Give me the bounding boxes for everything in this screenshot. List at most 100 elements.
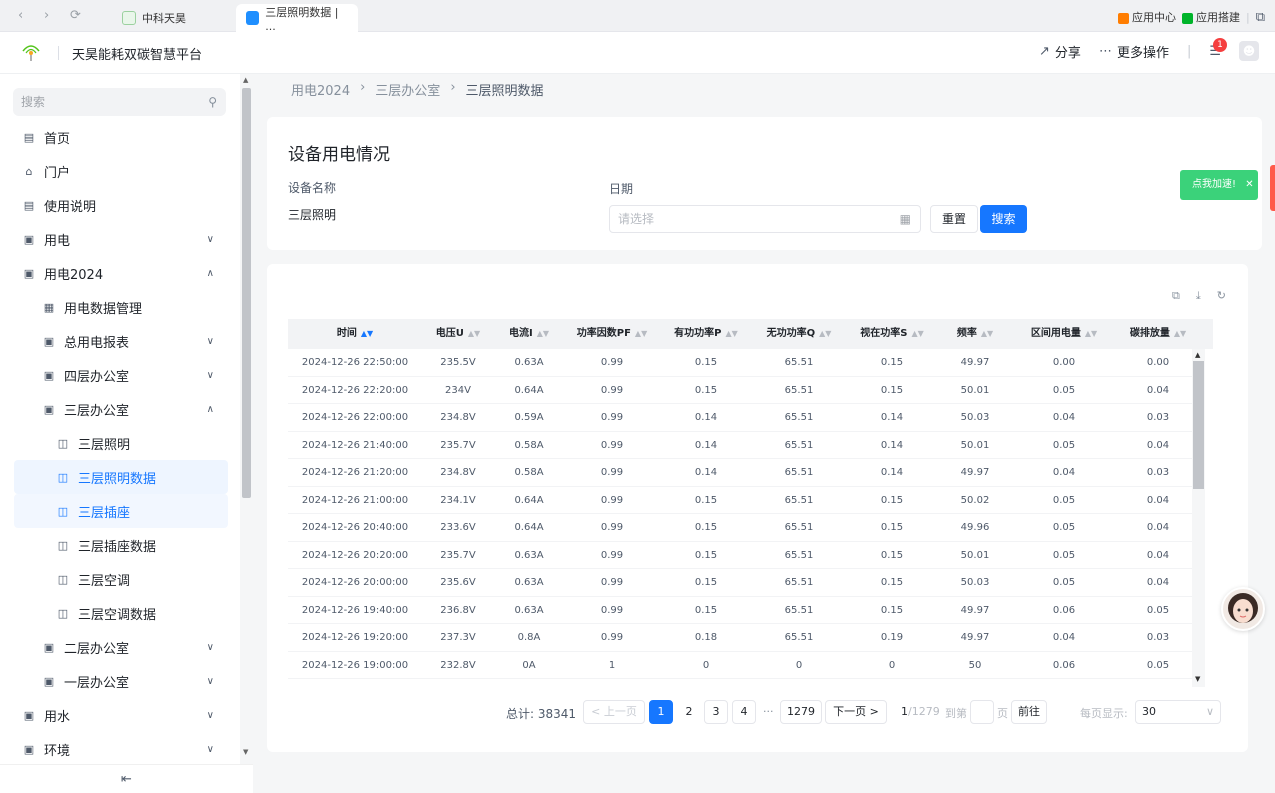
table-row[interactable]: 2024-12-26 22:00:00 234.8V 0.59A 0.99 0.14 65… xyxy=(288,404,1200,432)
table-row[interactable]: 2024-12-26 19:20:00 237.3V 0.8A 0.99 0.18 65.… xyxy=(288,624,1200,652)
scroll-down-icon[interactable]: ▼ xyxy=(243,748,248,756)
table-row[interactable]: 2024-12-26 19:40:00 236.8V 0.63A 0.99 0.15 65… xyxy=(288,597,1200,624)
prev-page-button[interactable]: < 上一页 xyxy=(583,700,645,724)
per-page-select[interactable]: 30 ∨ xyxy=(1135,700,1221,724)
sidebar-item-total-report[interactable]: ▣ 总用电报表 ∨ xyxy=(0,324,240,358)
sort-icon[interactable]: ▲▼ xyxy=(1174,329,1186,338)
breadcrumb-item[interactable]: 用电2024 xyxy=(291,80,350,99)
sidebar-item-floor4[interactable]: ▣ 四层办公室 ∨ xyxy=(0,358,240,392)
sidebar-item-environment[interactable]: ▣ 环境 ∨ xyxy=(0,732,240,766)
page-2-button[interactable]: 2 xyxy=(677,700,701,724)
collapse-sidebar-button[interactable]: ⇤ xyxy=(0,764,253,793)
edge-handle[interactable] xyxy=(1270,165,1275,211)
sidebar-item-power-data[interactable]: ▦ 用电数据管理 xyxy=(0,290,240,324)
scrollbar-thumb[interactable] xyxy=(1193,361,1204,489)
assistant-avatar[interactable] xyxy=(1221,587,1265,631)
table-row[interactable]: 2024-12-26 21:00:00 234.1V 0.64A 0.99 0.15 65… xyxy=(288,487,1200,514)
next-page-button[interactable]: 下一页 > xyxy=(825,700,887,724)
sort-icon[interactable]: ▲▼ xyxy=(911,329,923,338)
app-center-link[interactable]: 应用中心 xyxy=(1117,9,1176,25)
breadcrumb-item[interactable]: 三层办公室 xyxy=(375,80,440,99)
sidebar-item-floor3[interactable]: ▣ 三层办公室 ∧ xyxy=(0,392,240,426)
table-row[interactable]: 2024-12-26 20:00:00 235.6V 0.63A 0.99 0.15 65… xyxy=(288,569,1200,597)
col-power-factor[interactable]: 功率因数PF ▲▼ xyxy=(564,319,660,349)
sidebar-item-power-2024[interactable]: ▣ 用电2024 ∧ xyxy=(0,256,240,290)
scroll-up-icon[interactable]: ▲ xyxy=(243,76,248,84)
refresh-icon[interactable]: ↻ xyxy=(1217,289,1226,303)
sidebar-item-floor3-lighting[interactable]: ◫ 三层照明 xyxy=(0,426,240,460)
sidebar-item-water[interactable]: ▣ 用水 ∨ xyxy=(0,698,240,732)
col-voltage[interactable]: 电压U ▲▼ xyxy=(422,319,494,349)
notification-icon[interactable]: ☰ 1 xyxy=(1209,37,1227,59)
avatar[interactable]: ☻ xyxy=(1239,41,1259,61)
search-input[interactable]: 搜索 ⚲ xyxy=(13,88,226,116)
goto-page-input[interactable] xyxy=(970,700,994,724)
table-cell: 0.58A xyxy=(514,467,544,478)
reload-icon[interactable]: ⟳ xyxy=(70,8,81,23)
last-page-button[interactable]: 1279 xyxy=(780,700,822,724)
sort-icon[interactable]: ▲▼ xyxy=(468,329,480,338)
sidebar-item-portal[interactable]: ⌂ 门户 xyxy=(0,154,240,188)
sidebar-item-floor2[interactable]: ▣ 二层办公室 ∨ xyxy=(0,630,240,664)
reset-button[interactable]: 重置 xyxy=(930,205,978,233)
sort-icon[interactable]: ▲▼ xyxy=(1085,329,1097,338)
sidebar-item-floor1[interactable]: ▣ 一层办公室 ∨ xyxy=(0,664,240,698)
form-icon: ◫ xyxy=(57,572,69,586)
date-picker-input[interactable]: 请选择 ▦ xyxy=(609,205,921,233)
col-active-power[interactable]: 有功功率P ▲▼ xyxy=(660,319,752,349)
sidebar-scrollbar[interactable]: ▲ ▼ xyxy=(240,74,253,764)
sort-icon[interactable]: ▲▼ xyxy=(537,329,549,338)
table-row[interactable]: 2024-12-26 22:50:00 235.5V 0.63A 0.99 0.15 65… xyxy=(288,349,1200,377)
page-1-button[interactable]: 1 xyxy=(649,700,673,724)
sidebar-item-home[interactable]: ▤ 首页 xyxy=(0,120,240,154)
table-row[interactable]: 2024-12-26 21:40:00 235.7V 0.58A 0.99 0.14 65… xyxy=(288,432,1200,459)
col-time[interactable]: 时间 ▲▼ xyxy=(288,319,422,349)
accelerate-float-button[interactable]: 点我加速! ✕ xyxy=(1180,170,1258,200)
sidebar-item-floor3-lighting-data[interactable]: ◫ 三层照明数据 xyxy=(14,460,228,494)
window-icon[interactable]: ⧉ xyxy=(1256,10,1265,25)
sort-icon[interactable]: ▲▼ xyxy=(726,329,738,338)
col-current[interactable]: 电流I ▲▼ xyxy=(494,319,564,349)
col-carbon[interactable]: 碳排放量 ▲▼ xyxy=(1116,319,1200,349)
browser-tab-active[interactable]: 三层照明数据 | ... xyxy=(236,4,358,33)
sidebar-item-floor3-ac[interactable]: ◫ 三层空调 xyxy=(0,562,240,596)
table-row[interactable]: 2024-12-26 21:20:00 234.8V 0.58A 0.99 0.14 65… xyxy=(288,459,1200,487)
page-4-button[interactable]: 4 xyxy=(732,700,756,724)
table-row[interactable]: 2024-12-26 19:00:00 232.8V 0A 1 0 0 0 50 0.06 0.0… xyxy=(288,652,1200,679)
copy-icon[interactable]: ⧉ xyxy=(1172,289,1180,303)
page-ellipsis[interactable]: ··· xyxy=(763,705,774,718)
share-button[interactable]: ↗ 分享 xyxy=(1039,42,1081,61)
sidebar-item-guide[interactable]: ▤ 使用说明 xyxy=(0,188,240,222)
sidebar-item-floor3-ac-data[interactable]: ◫ 三层空调数据 xyxy=(0,596,240,630)
sidebar-item-floor3-socket-data[interactable]: ◫ 三层插座数据 xyxy=(0,528,240,562)
scroll-down-icon[interactable]: ▼ xyxy=(1195,675,1200,683)
sort-icon[interactable]: ▲▼ xyxy=(819,329,831,338)
forward-icon[interactable]: › xyxy=(44,8,49,23)
close-icon[interactable]: ✕ xyxy=(1245,179,1253,190)
table-row[interactable]: 2024-12-26 22:20:00 234V 0.64A 0.99 0.15 65.5… xyxy=(288,377,1200,404)
table-row[interactable]: 2024-12-26 20:20:00 235.7V 0.63A 0.99 0.15 65… xyxy=(288,542,1200,569)
table-row[interactable]: 2024-12-26 20:40:00 233.6V 0.64A 0.99 0.15 65… xyxy=(288,514,1200,542)
sort-icon[interactable]: ▲▼ xyxy=(635,329,647,338)
search-button[interactable]: 搜索 xyxy=(980,205,1027,233)
table-cell: 0.63A xyxy=(514,604,544,616)
col-apparent-power[interactable]: 视在功率S ▲▼ xyxy=(846,319,938,349)
browser-tab-home[interactable]: 中科天昊 xyxy=(112,4,196,32)
col-reactive-power[interactable]: 无功功率Q ▲▼ xyxy=(752,319,846,349)
page-3-button[interactable]: 3 xyxy=(704,700,728,724)
sort-icon[interactable]: ▲▼ xyxy=(361,329,373,338)
col-interval-usage[interactable]: 区间用电量 ▲▼ xyxy=(1012,319,1116,349)
sort-icon[interactable]: ▲▼ xyxy=(981,329,993,338)
col-frequency[interactable]: 频率 ▲▼ xyxy=(938,319,1012,349)
table-cell: 0.04 xyxy=(1146,549,1170,561)
more-actions-button[interactable]: ⋯ 更多操作 xyxy=(1099,42,1169,61)
app-build-link[interactable]: 应用搭建 xyxy=(1181,9,1240,25)
back-icon[interactable]: ‹ xyxy=(18,8,23,23)
sidebar-item-power[interactable]: ▣ 用电 ∨ xyxy=(0,222,240,256)
sidebar-item-floor3-socket[interactable]: ◫ 三层插座 xyxy=(14,494,228,528)
download-icon[interactable]: ⤓ xyxy=(1196,289,1201,303)
goto-button[interactable]: 前往 xyxy=(1011,700,1047,724)
scroll-up-icon[interactable]: ▲ xyxy=(1195,351,1200,359)
table-scrollbar[interactable]: ▲ ▼ xyxy=(1192,349,1205,687)
scrollbar-thumb[interactable] xyxy=(242,88,251,498)
